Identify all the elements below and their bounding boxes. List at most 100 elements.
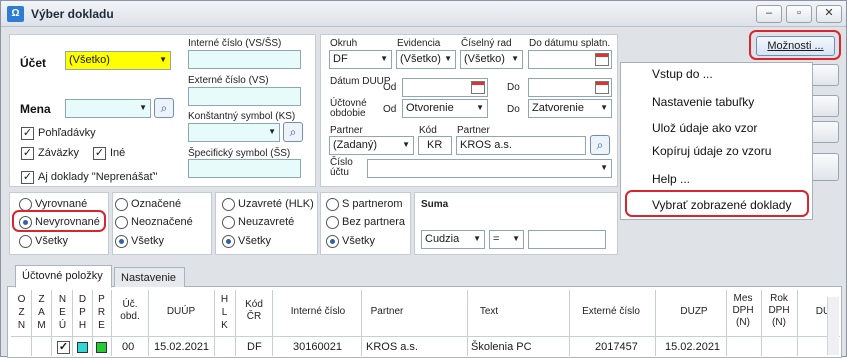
obdobie-od-label: Od <box>383 104 397 115</box>
obdobie-do-combo[interactable]: Zatvorenie ▼ <box>528 99 612 118</box>
vertical-scrollbar[interactable] <box>827 297 839 355</box>
suma-currency-combo[interactable]: Cudzia ▼ <box>421 230 485 249</box>
col-ozn[interactable]: O Z N <box>15 293 28 332</box>
dph-indicator <box>77 342 88 353</box>
externe-cislo-input[interactable] <box>188 87 301 106</box>
ine-label: Iné <box>110 147 126 159</box>
menu-item-vstup[interactable]: Vstup do ... <box>652 67 713 81</box>
minimize-button[interactable]: – <box>756 5 782 23</box>
calendar-icon[interactable] <box>471 81 485 94</box>
col-pre[interactable]: P R E <box>95 293 108 332</box>
col-dph[interactable]: D P H <box>76 293 89 332</box>
uzavrete-label: Uzavreté (HLK) <box>238 198 314 210</box>
col-neu[interactable]: N E Ú <box>56 293 69 332</box>
col-partner[interactable]: Partner <box>364 306 410 318</box>
close-button[interactable]: ✕ <box>816 5 842 23</box>
cell-uct-obd: 00 <box>122 341 135 353</box>
maximize-button[interactable]: ▫ <box>786 5 812 23</box>
suma-currency-value: Cudzia <box>425 233 460 245</box>
menu-item-kopiruj-vzor[interactable]: Kopíruj údaje zo vzoru <box>652 144 771 158</box>
ciselny-rad-combo[interactable]: (Všetko) ▼ <box>460 50 523 69</box>
calendar-icon[interactable] <box>595 81 609 94</box>
ciselny-rad-value: (Všetko) <box>464 53 505 65</box>
ciselny-rad-label: Číselný rad <box>461 38 512 49</box>
mena-lookup-icon[interactable]: ⌕ <box>154 98 174 118</box>
menu-item-uloz-vzor[interactable]: Ulož údaje ako vzor <box>652 121 757 135</box>
app-icon: Ω <box>7 6 24 22</box>
vsetky-uzavretie-radio[interactable] <box>222 235 235 248</box>
evidencia-label: Evidencia <box>397 38 441 49</box>
neuzavrete-radio[interactable] <box>222 216 235 229</box>
neuzavrete-label: Neuzavreté <box>238 216 295 228</box>
vyber-dokladu-window: Ω Výber dokladu – ▫ ✕ Účet (Všetko) ▼ Men… <box>0 0 847 358</box>
chevron-down-icon: ▼ <box>159 55 167 64</box>
cislo-uctu-combo[interactable]: ▼ <box>367 159 612 178</box>
duup-do-label: Do <box>507 82 520 93</box>
side-button-3[interactable] <box>809 121 839 143</box>
chevron-down-icon: ▼ <box>600 103 608 112</box>
konst-symbol-lookup-icon[interactable]: ⌕ <box>283 122 303 142</box>
window-title: Výber dokladu <box>31 7 114 21</box>
chevron-down-icon: ▼ <box>444 54 452 63</box>
ucet-value: (Všetko) <box>69 54 110 66</box>
col-text[interactable]: Text <box>471 306 507 318</box>
side-button-1[interactable] <box>809 64 839 86</box>
cislo-uctu-label: Číslo účtu <box>330 157 353 178</box>
cell-partner: KROS a.s. <box>366 341 418 353</box>
partner-type-value: (Zadaný) <box>333 139 378 151</box>
ine-checkbox[interactable]: ✓ <box>93 147 106 160</box>
oznacene-radio[interactable] <box>115 198 128 211</box>
externe-cislo-label: Externé číslo (VS) <box>188 75 269 86</box>
neoznacene-radio[interactable] <box>115 216 128 229</box>
side-button-4[interactable] <box>809 153 839 181</box>
partner-name-input[interactable]: KROS a.s. <box>456 136 586 155</box>
side-button-2[interactable] <box>809 95 839 117</box>
col-uct-obd[interactable]: Úč. obd. <box>115 299 145 323</box>
neu-checkbox[interactable]: ✓ <box>57 341 70 354</box>
bez-partnera-radio[interactable] <box>326 216 339 229</box>
menu-item-nastavenie-tabulky[interactable]: Nastavenie tabuľky <box>652 95 754 109</box>
konst-symbol-combo[interactable]: ▼ <box>188 123 280 142</box>
ucet-combo[interactable]: (Všetko) ▼ <box>65 51 171 70</box>
s-partnerom-radio[interactable] <box>326 198 339 211</box>
col-externe-cislo[interactable]: Externé číslo <box>573 306 649 318</box>
uzavrete-radio[interactable] <box>222 198 235 211</box>
col-rok-dph[interactable]: Rok DPH (N) <box>764 293 794 329</box>
col-zam[interactable]: Z A M <box>35 293 48 332</box>
suma-value-input[interactable] <box>528 230 606 249</box>
partner-name-label: Partner <box>457 125 490 136</box>
mena-combo[interactable]: ▼ <box>65 99 151 118</box>
col-interne-cislo[interactable]: Interné číslo <box>276 306 360 318</box>
partner-type-combo[interactable]: (Zadaný) ▼ <box>329 136 414 155</box>
col-duzp[interactable]: DUZP <box>666 306 722 318</box>
pohladavky-checkbox[interactable]: ✓ <box>21 127 34 140</box>
zavazky-checkbox[interactable]: ✓ <box>21 147 34 160</box>
evidencia-value: (Všetko) <box>400 53 441 65</box>
specif-symbol-label: Špecifický symbol (ŠS) <box>188 148 291 159</box>
tab-nastavenie[interactable]: Nastavenie <box>114 267 185 287</box>
menu-item-help[interactable]: Help ... <box>652 172 690 186</box>
evidencia-combo[interactable]: (Všetko) ▼ <box>396 50 456 69</box>
vsetky-vyrovnanie-radio[interactable] <box>19 235 32 248</box>
moznosti-highlight <box>749 30 841 60</box>
col-hlk[interactable]: H L K <box>218 293 231 332</box>
col-duup[interactable]: DUÚP <box>151 306 211 318</box>
chevron-down-icon: ▼ <box>511 54 519 63</box>
col-kod-cr[interactable]: Kód ČR <box>239 299 269 323</box>
neprenasat-checkbox[interactable]: ✓ <box>21 171 34 184</box>
partner-lookup-icon[interactable]: ⌕ <box>590 135 610 155</box>
vsetky-partner-radio[interactable] <box>326 235 339 248</box>
suma-operator-combo[interactable]: = ▼ <box>489 230 524 249</box>
datum-duup-label: Dátum DUUP <box>330 76 391 87</box>
obdobie-od-combo[interactable]: Otvorenie ▼ <box>402 99 488 118</box>
specif-symbol-input[interactable] <box>188 159 301 178</box>
vsetky-oznacenie-radio[interactable] <box>115 235 128 248</box>
col-mes-dph[interactable]: Mes DPH (N) <box>728 293 758 329</box>
interne-cislo-input[interactable] <box>188 50 301 69</box>
chevron-down-icon: ▼ <box>473 234 481 243</box>
cell-duup: 15.02.2021 <box>154 341 210 353</box>
calendar-icon[interactable] <box>595 53 609 66</box>
okruh-combo[interactable]: DF ▼ <box>329 50 392 69</box>
tab-uctovne-polozky[interactable]: Účtovné položky <box>15 265 112 288</box>
kod-input[interactable]: KR <box>418 136 452 155</box>
